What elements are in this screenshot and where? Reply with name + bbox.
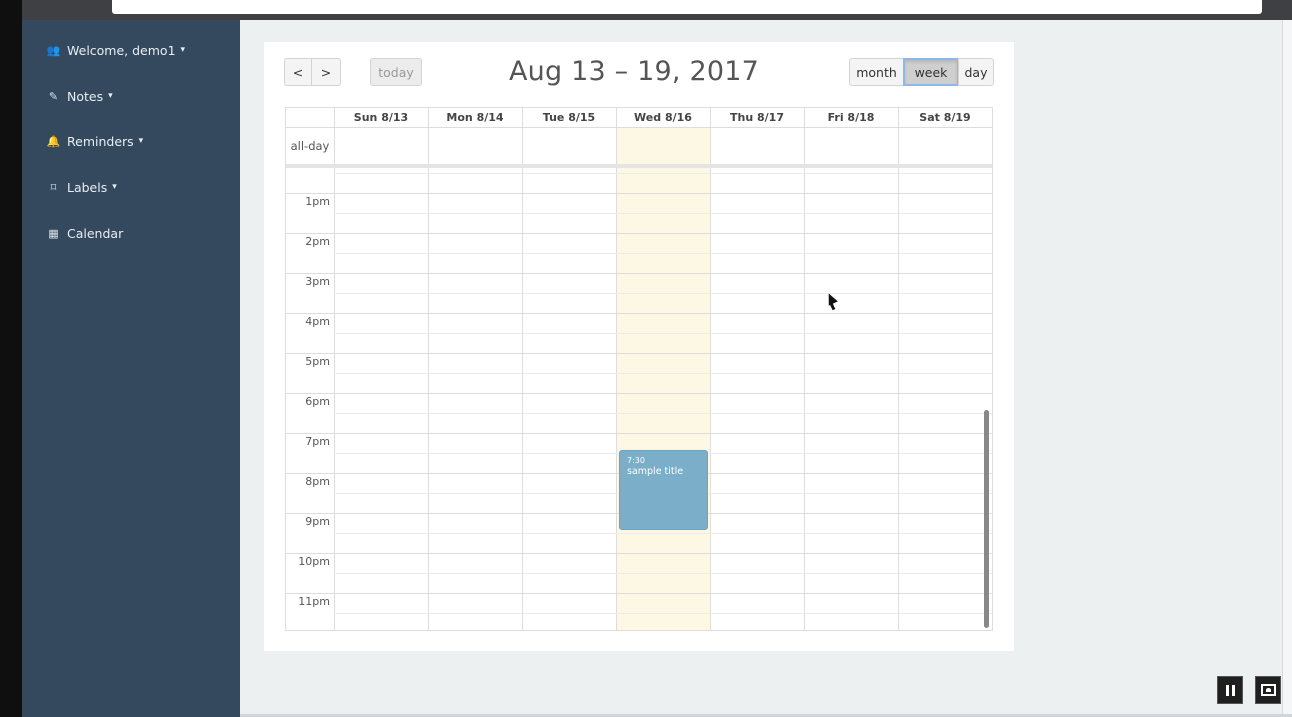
column-divider	[804, 108, 805, 630]
hour-line	[286, 433, 992, 434]
time-label: 1pm	[305, 195, 330, 208]
sidebar: 👥 Welcome, demo1 ▾ ✎ Notes ▾ 🔔 Reminders…	[22, 20, 240, 717]
today-button[interactable]: today	[370, 58, 422, 86]
hour-line	[286, 393, 992, 394]
half-hour-line	[334, 533, 992, 534]
half-hour-line	[334, 253, 992, 254]
day-header: Mon 8/14	[446, 111, 504, 124]
day-header: Wed 8/16	[634, 111, 692, 124]
sidebar-item-label: Labels	[67, 179, 108, 195]
pause-icon	[1225, 684, 1229, 696]
hour-line	[286, 313, 992, 314]
week-grid: Sun 8/13 Mon 8/14 Tue 8/15 Wed 8/16 Thu …	[285, 107, 993, 631]
hour-line	[286, 233, 992, 234]
caret-down-icon: ▾	[138, 136, 144, 146]
half-hour-line	[334, 413, 992, 414]
hour-line	[286, 593, 992, 594]
event-time: 7:30	[627, 456, 645, 465]
calendar-icon: ▦	[48, 226, 59, 240]
calendar-title: Aug 13 – 19, 2017	[509, 56, 759, 87]
sidebar-item-label: Notes	[67, 88, 104, 104]
calendar-event[interactable]: 7:30 sample title	[619, 450, 708, 530]
all-day-label: all-day	[290, 138, 330, 153]
time-label: 9pm	[305, 515, 330, 528]
half-hour-line	[334, 213, 992, 214]
page-scrollbar[interactable]	[1282, 20, 1292, 717]
calendar-card: < > today Aug 13 – 19, 2017 month week d…	[264, 42, 1014, 651]
screen-share-button[interactable]	[1255, 676, 1281, 704]
time-label: 3pm	[305, 275, 330, 288]
column-divider	[428, 108, 429, 630]
time-label: 4pm	[305, 315, 330, 328]
column-divider	[616, 108, 617, 630]
bell-icon: 🔔	[46, 134, 61, 148]
sidebar-item-reminders[interactable]: 🔔 Reminders ▾	[46, 130, 144, 152]
pause-button[interactable]	[1217, 676, 1243, 704]
time-label: 6pm	[305, 395, 330, 408]
hour-line	[286, 273, 992, 274]
half-hour-line	[334, 613, 992, 614]
half-hour-line	[334, 173, 992, 174]
column-divider	[334, 108, 335, 630]
prev-button[interactable]: <	[284, 58, 312, 86]
all-day-divider	[286, 164, 992, 168]
sidebar-item-calendar[interactable]: ▦ Calendar	[46, 222, 123, 244]
day-header: Fri 8/18	[827, 111, 875, 124]
edit-icon: ✎	[48, 89, 59, 103]
day-header: Sat 8/19	[919, 111, 971, 124]
pause-icon-bar	[1231, 684, 1235, 696]
month-view-button[interactable]: month	[849, 58, 904, 86]
sidebar-item-label: Reminders	[67, 133, 134, 149]
presentation-icon	[1260, 684, 1276, 696]
day-header: Tue 8/15	[542, 111, 596, 124]
next-button[interactable]: >	[311, 58, 341, 86]
time-label: 5pm	[305, 355, 330, 368]
sidebar-item-label: Welcome, demo1	[67, 42, 176, 58]
caret-down-icon: ▾	[108, 91, 113, 101]
time-label: 8pm	[305, 475, 330, 488]
time-label: 10pm	[298, 555, 330, 568]
sidebar-item-labels[interactable]: ⌑ Labels ▾	[46, 176, 117, 198]
column-divider	[710, 108, 711, 630]
sidebar-item-welcome[interactable]: 👥 Welcome, demo1 ▾	[46, 39, 185, 61]
day-header: Sun 8/13	[353, 111, 409, 124]
hour-line	[286, 353, 992, 354]
address-bar[interactable]	[112, 0, 1262, 14]
caret-down-icon: ▾	[112, 182, 117, 192]
day-view-button[interactable]: day	[958, 58, 994, 86]
hour-line	[286, 193, 992, 194]
event-title: sample title	[627, 466, 684, 477]
bookmark-icon: ⌑	[50, 180, 57, 194]
day-header: Thu 8/17	[730, 111, 784, 124]
caret-down-icon: ▾	[180, 45, 186, 55]
sidebar-item-label: Calendar	[67, 225, 124, 241]
week-view-button[interactable]: week	[903, 58, 959, 86]
time-label: 2pm	[305, 235, 330, 248]
column-divider	[898, 108, 899, 630]
today-column-highlight	[616, 127, 710, 630]
header-divider	[286, 127, 992, 128]
window-left-edge	[0, 0, 22, 717]
time-label: 11pm	[298, 595, 330, 608]
hour-line	[286, 553, 992, 554]
time-label: 7pm	[305, 435, 330, 448]
half-hour-line	[334, 373, 992, 374]
sidebar-item-notes[interactable]: ✎ Notes ▾	[46, 85, 113, 107]
half-hour-line	[334, 293, 992, 294]
column-divider	[522, 108, 523, 630]
users-icon: 👥	[46, 43, 61, 57]
half-hour-line	[334, 333, 992, 334]
half-hour-line	[334, 573, 992, 574]
calendar-scrollbar-thumb[interactable]	[984, 410, 989, 628]
